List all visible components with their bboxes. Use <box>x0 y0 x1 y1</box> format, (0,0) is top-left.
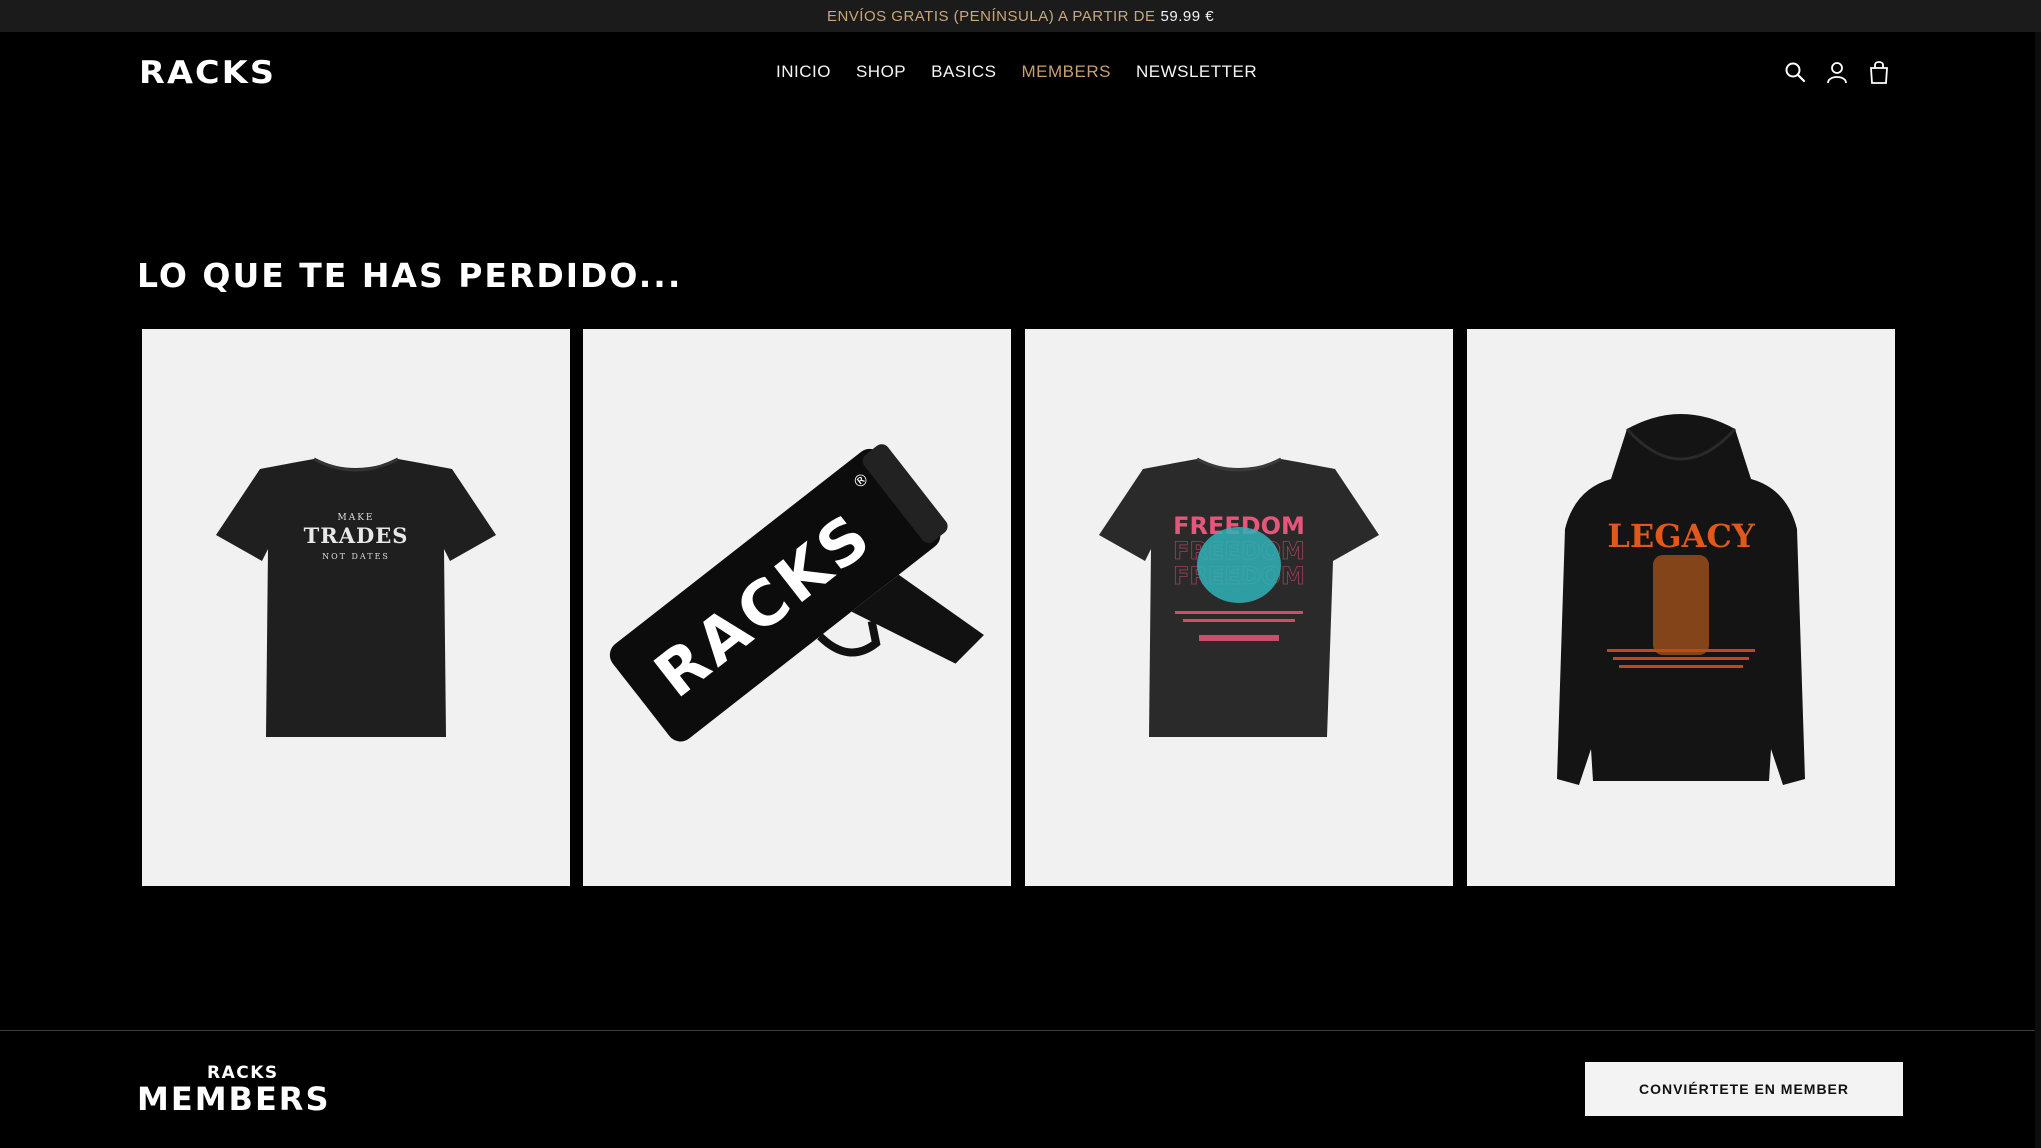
print-line-make: MAKE <box>337 513 374 523</box>
nav-item-inicio[interactable]: INICIO <box>776 62 831 82</box>
tshirt-image: MAKE TRADES NOT DATES <box>216 457 496 737</box>
print-graphic <box>1653 555 1709 655</box>
product-card-money-gun[interactable]: RACKS ® <box>583 329 1011 886</box>
search-icon[interactable] <box>1783 60 1807 84</box>
become-member-button[interactable]: CONVIÉRTETE EN MEMBER <box>1585 1062 1903 1116</box>
announcement-bar: ENVÍOS GRATIS (PENÍNSULA) A PARTIR DE 59… <box>0 0 2041 32</box>
footer-divider <box>0 1030 2041 1031</box>
nav-item-newsletter[interactable]: NEWSLETTER <box>1136 62 1257 82</box>
header-icons <box>1783 60 1891 84</box>
members-logo-big: MEMBERS <box>137 1080 331 1118</box>
racks-logo[interactable]: RACKS <box>139 55 276 91</box>
site-header: RACKS INICIO SHOP BASICS MEMBERS NEWSLET… <box>0 32 2041 114</box>
print-line-legacy: LEGACY <box>1607 517 1756 555</box>
nav-item-basics[interactable]: BASICS <box>931 62 996 82</box>
product-card-trades-tshirt[interactable]: MAKE TRADES NOT DATES <box>142 329 570 886</box>
print-line-trades: TRADES <box>304 523 409 548</box>
nav-item-shop[interactable]: SHOP <box>856 62 906 82</box>
racks-members-logo: RACKS MEMBERS <box>137 1064 330 1116</box>
main-nav: INICIO SHOP BASICS MEMBERS NEWSLETTER <box>776 62 1257 82</box>
print-graphic <box>1197 527 1281 603</box>
announcement-text: ENVÍOS GRATIS (PENÍNSULA) A PARTIR DE <box>826 7 1156 25</box>
money-gun-image: RACKS ® <box>609 444 984 742</box>
product-card-freedom-tshirt[interactable]: FREEDOM FREEDOM FREEDOM <box>1025 329 1453 886</box>
product-grid: MAKE TRADES NOT DATES RACKS ® FREEDOM FR… <box>142 329 1896 886</box>
account-icon[interactable] <box>1825 60 1849 84</box>
tshirt-image: FREEDOM FREEDOM FREEDOM <box>1099 457 1379 737</box>
product-card-legacy-hoodie[interactable]: LEGACY <box>1467 329 1895 886</box>
announcement-price: 59.99 € <box>1160 7 1215 25</box>
hoodie-image: LEGACY <box>1557 414 1805 785</box>
cart-icon[interactable] <box>1867 60 1891 84</box>
section-title: LO QUE TE HAS PERDIDO... <box>137 256 683 295</box>
print-line-not-dates: NOT DATES <box>322 552 390 561</box>
scrollbar[interactable] <box>2035 32 2041 1148</box>
nav-item-members[interactable]: MEMBERS <box>1022 62 1111 82</box>
